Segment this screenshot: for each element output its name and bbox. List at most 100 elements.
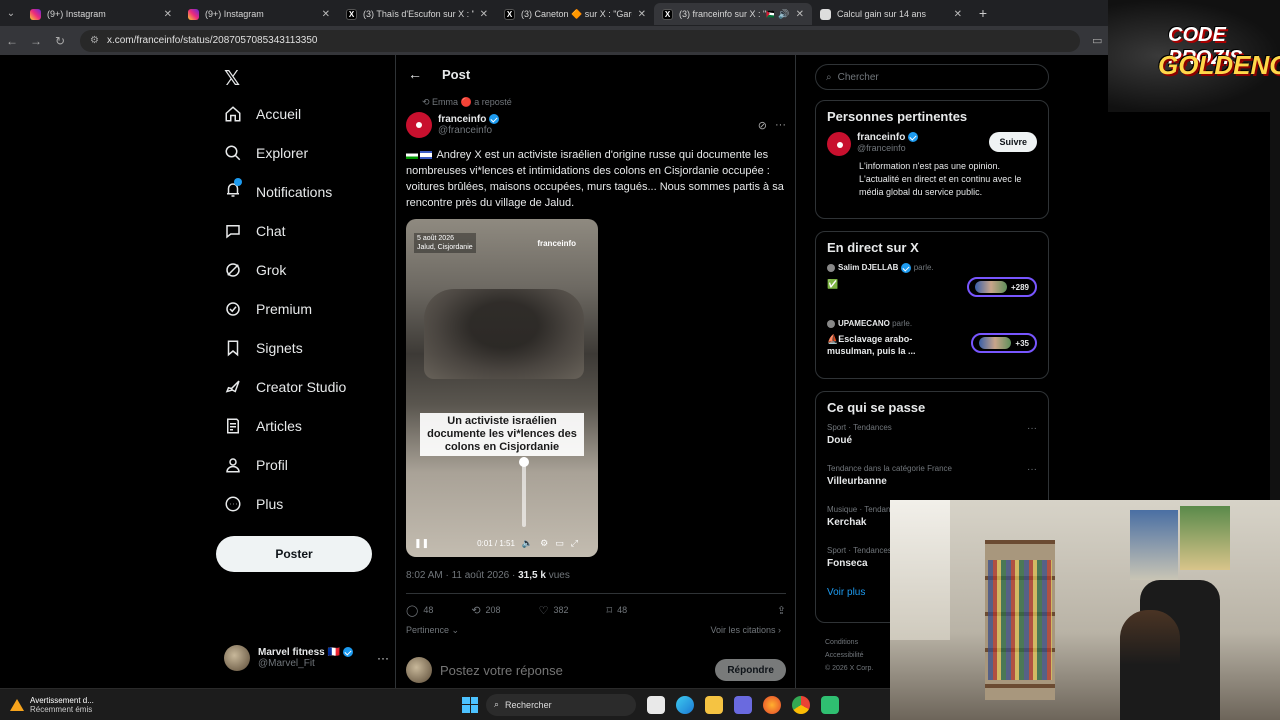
account-switcher[interactable]: Marvel fitness 🇫🇷 @Marvel_Fit ··· xyxy=(224,642,389,674)
nav-label: Plus xyxy=(256,496,284,512)
poster-button[interactable]: Poster xyxy=(216,536,372,572)
nav-item-signets[interactable]: Signets xyxy=(224,335,303,361)
card-title: Personnes pertinentes xyxy=(827,109,968,124)
windows-start-icon[interactable] xyxy=(462,696,478,713)
bookmark-button[interactable]: ⌑ 48 xyxy=(606,604,627,617)
volume-slider[interactable] xyxy=(519,457,529,527)
settings-icon[interactable]: ⚙ xyxy=(540,538,548,549)
browser-tab[interactable]: Calcul gain sur 14 ans ✕ xyxy=(812,3,970,25)
live-space-item[interactable]: Salim DJELLAB parle. ✅ +289 xyxy=(827,263,1037,319)
close-tab-icon[interactable]: ✕ xyxy=(322,9,330,20)
close-tab-icon[interactable]: ✕ xyxy=(480,9,488,20)
site-info-icon[interactable]: ⚙ xyxy=(90,35,99,46)
nav-item-notifications[interactable]: Notifications xyxy=(224,177,332,205)
live-space-item[interactable]: UPAMECANO parle. ⛵Esclavage arabo-musulm… xyxy=(827,319,1037,375)
nav-item-accueil[interactable]: Accueil xyxy=(224,101,301,127)
windows-taskbar: Avertissement d... Récemment émis ⌕ Reche… xyxy=(0,688,890,720)
nav-item-premium[interactable]: Premium xyxy=(224,296,312,322)
reply-submit-button[interactable]: Répondre xyxy=(715,659,786,681)
video-player[interactable]: 5 août 2026 Jalud, Cisjordanie franceinf… xyxy=(406,219,598,557)
tab-search-icon[interactable]: ⌄ xyxy=(0,0,22,26)
warning-notification[interactable]: Avertissement d... Récemment émis xyxy=(10,696,190,714)
tab-audio-icon[interactable]: 🔊 xyxy=(778,9,789,20)
nav-item-creator-studio[interactable]: Creator Studio xyxy=(224,374,346,400)
edge-icon[interactable] xyxy=(676,695,694,714)
follow-button[interactable]: Suivre xyxy=(989,132,1037,152)
franceinfo-avatar[interactable] xyxy=(406,112,432,138)
nav-item-explorer[interactable]: Explorer xyxy=(224,140,308,166)
browser-tab[interactable]: (9+) Instagram ✕ xyxy=(22,3,180,25)
reply-icon: ◯ xyxy=(406,604,419,617)
nav-item-plus[interactable]: Plus xyxy=(224,491,283,517)
trend-item[interactable]: Tendance dans la catégorie France Villeu… xyxy=(827,464,1037,505)
captions-icon[interactable]: ▭ xyxy=(555,538,564,549)
nav-item-profil[interactable]: Profil xyxy=(224,452,288,478)
pause-icon[interactable]: ❚❚ xyxy=(414,538,429,549)
forward-icon[interactable]: → xyxy=(24,34,48,48)
url-input[interactable]: ⚙ x.com/franceinfo/status/20870570853431… xyxy=(80,29,1080,52)
close-tab-icon[interactable]: ✕ xyxy=(638,9,646,20)
author-name[interactable]: franceinfo xyxy=(438,114,500,125)
tab-title: (9+) Instagram xyxy=(47,9,106,19)
israel-flag-icon xyxy=(420,151,432,160)
repost-button[interactable]: ⟲ 208 xyxy=(471,604,500,617)
account-handle: @Marvel_Fit xyxy=(258,658,315,669)
firefox-icon[interactable] xyxy=(763,695,781,714)
volume-icon[interactable]: 🔈 xyxy=(522,538,533,549)
nav-label: Articles xyxy=(256,418,302,434)
grok-icon[interactable]: ⊘ xyxy=(758,119,767,132)
fullscreen-icon[interactable]: ⤢ xyxy=(571,538,578,549)
back-arrow-icon[interactable]: ← xyxy=(408,66,422,82)
search-input[interactable]: ⌕ Chercher xyxy=(815,64,1049,90)
palestine-flag-icon xyxy=(406,151,418,160)
reply-input[interactable] xyxy=(440,662,700,678)
reply-button[interactable]: ◯ 48 xyxy=(406,604,433,617)
nav-item-chat[interactable]: Chat xyxy=(224,218,286,244)
author-handle[interactable]: @franceinfo xyxy=(438,125,499,136)
taskbar-search[interactable]: ⌕ Rechercher xyxy=(486,693,636,716)
store-icon[interactable] xyxy=(734,695,752,714)
home-icon xyxy=(225,106,241,122)
nav-item-grok[interactable]: Grok xyxy=(224,257,286,283)
app-icon[interactable] xyxy=(821,695,839,714)
more-dots-icon[interactable]: ··· xyxy=(377,651,389,665)
close-tab-icon[interactable]: ✕ xyxy=(954,9,962,20)
file-explorer-icon[interactable] xyxy=(705,695,723,714)
install-icon[interactable]: ▭ xyxy=(1092,34,1102,47)
browser-tab[interactable]: X (3) Caneton 🔶 sur X : "Gardez ✕ xyxy=(496,3,654,25)
listeners-pill[interactable]: +35 xyxy=(971,333,1037,353)
more-icon xyxy=(225,496,241,512)
franceinfo-avatar[interactable] xyxy=(827,132,851,156)
relevant-name[interactable]: franceinfo xyxy=(857,132,919,143)
warning-icon xyxy=(10,698,24,711)
reload-icon[interactable]: ↻ xyxy=(48,34,72,48)
trend-item[interactable]: Sport · Tendances Doué ··· xyxy=(827,423,1037,464)
nav-item-articles[interactable]: Articles xyxy=(224,413,302,439)
card-title: Ce qui se passe xyxy=(827,400,926,415)
footer-link[interactable]: Accessibilité xyxy=(825,649,873,662)
like-button[interactable]: ♡ 382 xyxy=(539,604,569,617)
more-dots-icon[interactable]: ··· xyxy=(1027,464,1037,475)
chrome-icon[interactable] xyxy=(792,695,810,714)
more-dots-icon[interactable]: ··· xyxy=(775,119,786,132)
x-logo-icon[interactable]: 𝕏 xyxy=(224,66,240,91)
browser-tab[interactable]: X (3) franceinfo sur X : "🇵🇸🇮🇱 A🔊 ✕ xyxy=(654,3,812,25)
task-view-icon[interactable] xyxy=(647,695,665,714)
back-icon[interactable]: ← xyxy=(0,34,24,48)
volume-knob[interactable] xyxy=(519,457,529,467)
repost-indicator[interactable]: ⟲ Emma 🔴 a reposté xyxy=(422,97,512,108)
browser-tab[interactable]: X (3) Thaïs d'Escufon sur X : "Alor ✕ xyxy=(338,3,496,25)
more-dots-icon[interactable]: ··· xyxy=(1027,423,1037,434)
footer-link[interactable]: Conditions xyxy=(825,636,873,649)
page-scrollbar[interactable] xyxy=(1270,112,1280,512)
sort-dropdown[interactable]: Pertinence ⌄ xyxy=(406,625,459,636)
close-tab-icon[interactable]: ✕ xyxy=(796,9,804,20)
browser-tab[interactable]: (9+) Instagram ✕ xyxy=(180,3,338,25)
close-tab-icon[interactable]: ✕ xyxy=(164,9,172,20)
new-tab-button[interactable]: + xyxy=(970,5,996,21)
nav-label: Creator Studio xyxy=(256,379,347,395)
share-icon[interactable]: ⇪ xyxy=(777,604,786,617)
chat-icon xyxy=(226,225,240,239)
view-citations-link[interactable]: Voir les citations › xyxy=(710,625,781,635)
listeners-pill[interactable]: +289 xyxy=(966,277,1037,297)
